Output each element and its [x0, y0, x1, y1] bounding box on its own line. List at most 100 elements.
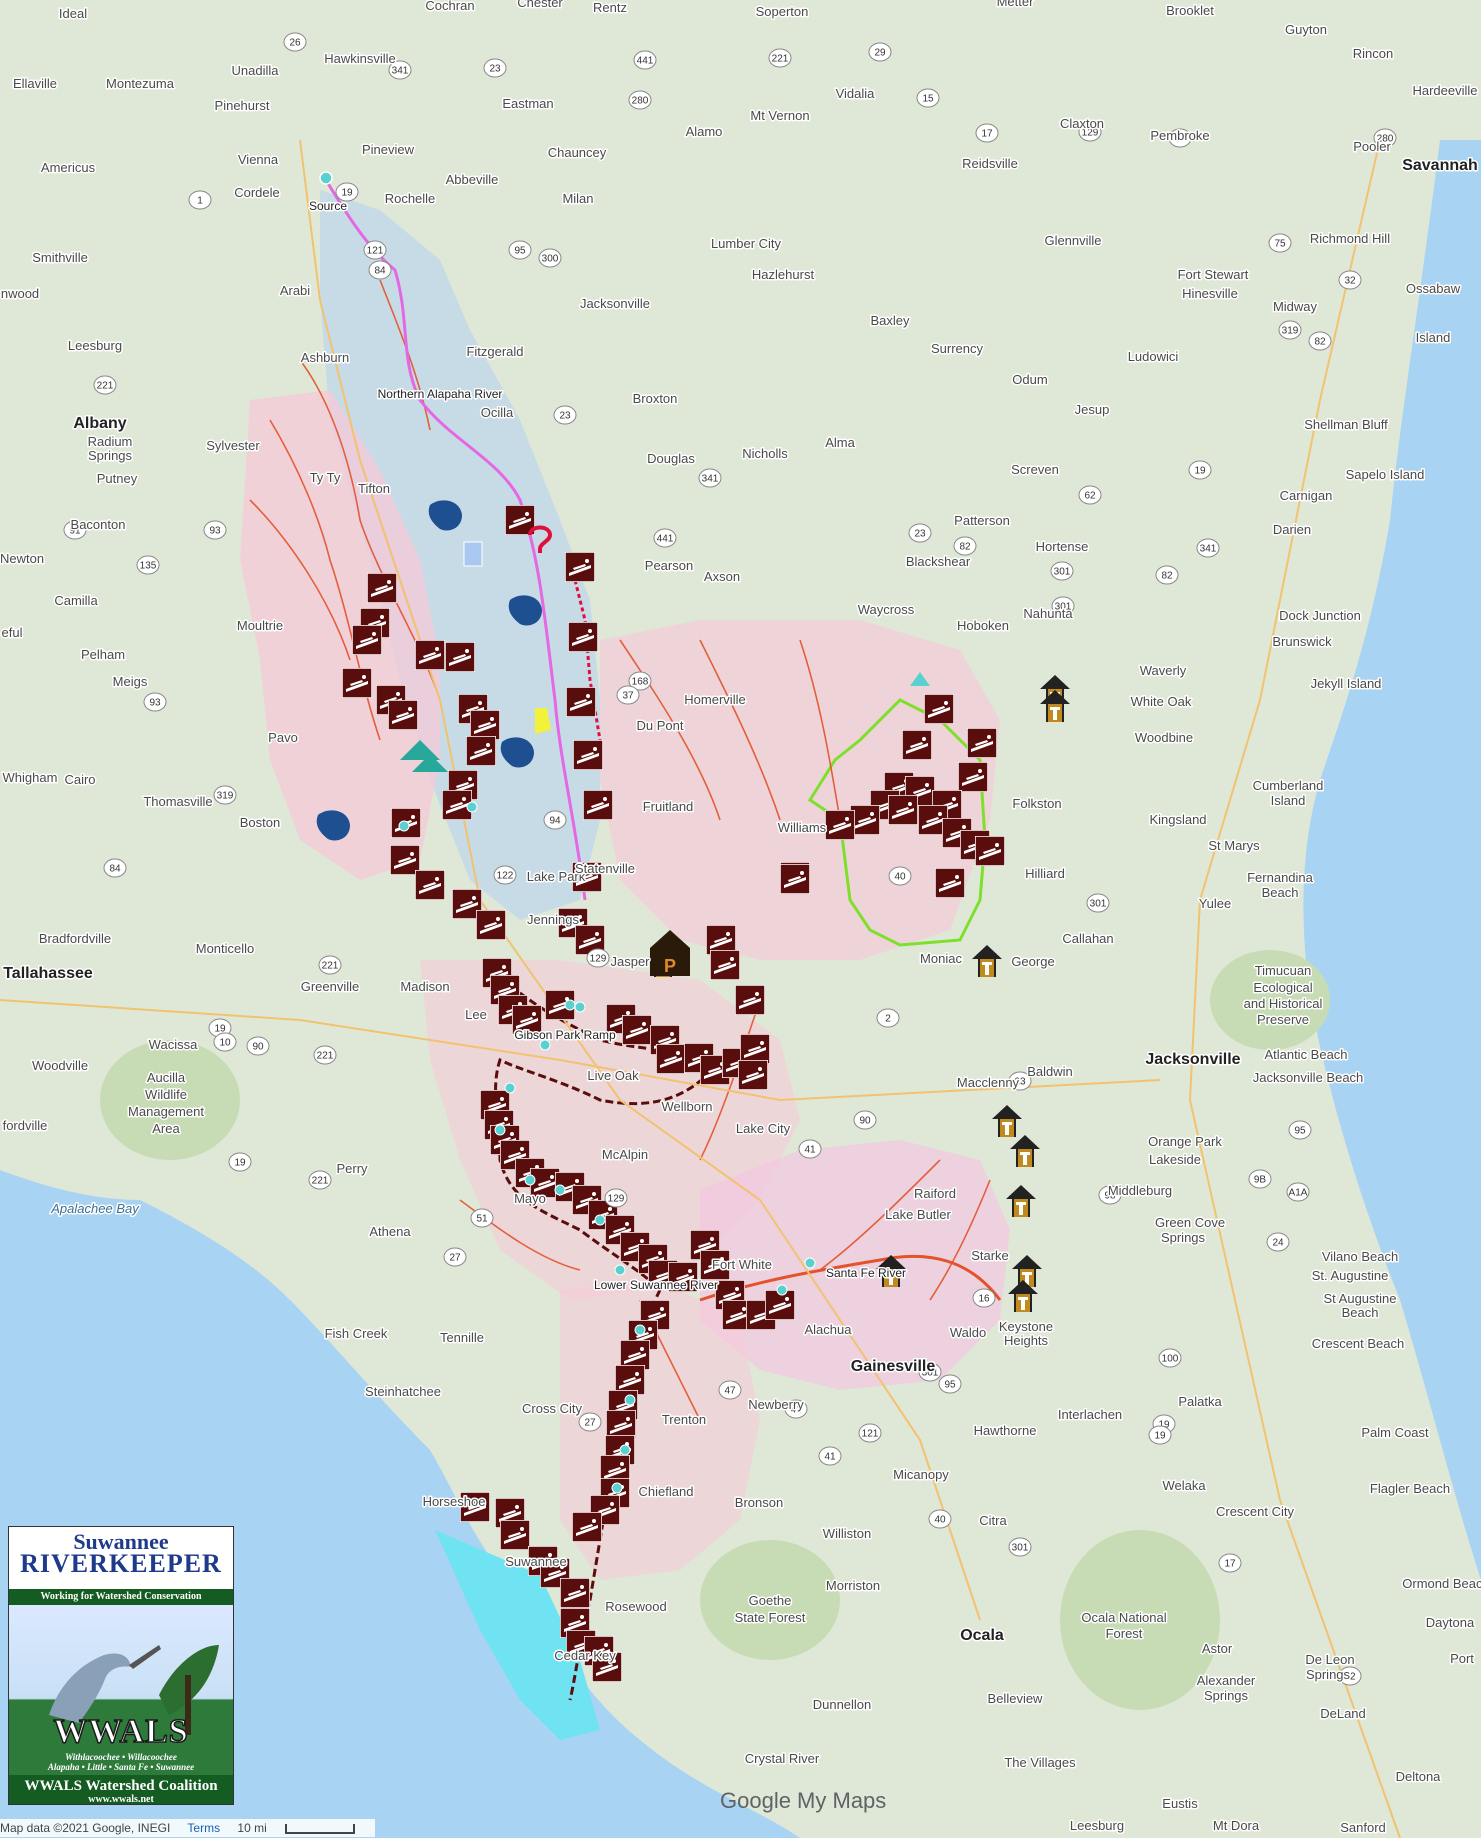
- gauge-icon[interactable]: [463, 541, 483, 567]
- place-label: Axson: [704, 569, 740, 584]
- route-shield-number: 319: [1282, 326, 1299, 337]
- place-label: Waycross: [858, 602, 915, 617]
- route-shield-number: 221: [312, 1176, 329, 1187]
- river-label: Northern Alapaha River: [378, 387, 503, 401]
- place-label: Waldo: [950, 1325, 986, 1340]
- place-label: Hoboken: [957, 618, 1009, 633]
- boat-ramp-icon[interactable]: [902, 730, 932, 760]
- route-shield-number: 95: [514, 246, 526, 257]
- boat-ramp-icon[interactable]: [958, 762, 988, 792]
- boat-ramp-icon[interactable]: [735, 985, 765, 1015]
- route-shield: 95: [1288, 1120, 1312, 1140]
- place-label: Boston: [240, 815, 280, 830]
- place-label: Wildlife: [145, 1087, 187, 1102]
- place-label: Sanford: [1340, 1820, 1386, 1835]
- place-label: Pineview: [362, 142, 415, 157]
- place-label: Mayo: [514, 1191, 546, 1206]
- boat-ramp-icon[interactable]: [367, 573, 397, 603]
- boat-ramp-icon[interactable]: [572, 1512, 602, 1542]
- boat-ramp-icon[interactable]: [622, 1015, 652, 1045]
- place-label: Jekyll Island: [1311, 676, 1382, 691]
- boat-ramp-icon[interactable]: [924, 694, 954, 724]
- place-label: Athena: [369, 1224, 411, 1239]
- route-shield-number: 41: [804, 1145, 816, 1156]
- route-shield-number: 23: [489, 64, 501, 75]
- place-label: Fernandina: [1247, 870, 1314, 885]
- route-shield-number: 19: [1154, 1431, 1166, 1442]
- place-label: Flagler Beach: [1370, 1481, 1450, 1496]
- boat-ramp-icon[interactable]: [476, 910, 506, 940]
- boat-ramp-icon[interactable]: [656, 1044, 686, 1074]
- boat-ramp-icon[interactable]: [573, 740, 603, 770]
- google-my-maps-brand: Google My Maps: [720, 1788, 886, 1814]
- brand-text: Google My Maps: [720, 1788, 887, 1813]
- place-label: Mt Vernon: [750, 108, 809, 123]
- place-label: Unadilla: [232, 63, 280, 78]
- boat-ramp-icon[interactable]: [975, 836, 1005, 866]
- place-label: Madison: [400, 979, 449, 994]
- boat-ramp-icon[interactable]: [935, 868, 965, 898]
- boat-ramp-icon[interactable]: [740, 1034, 770, 1064]
- place-label: Thomasville: [143, 794, 212, 809]
- boat-ramp-icon[interactable]: [738, 1060, 768, 1090]
- route-shield: 319: [1278, 320, 1302, 340]
- route-shield-number: 135: [140, 561, 157, 572]
- place-label: Green Cove: [1155, 1215, 1225, 1230]
- boat-ramp-icon[interactable]: [967, 728, 997, 758]
- place-label: Lumber City: [711, 236, 782, 251]
- boat-ramp-icon[interactable]: [388, 700, 418, 730]
- scale-bar: [284, 1823, 355, 1834]
- boat-ramp-icon[interactable]: [583, 790, 613, 820]
- logo-wwals: WWALS: [53, 1712, 189, 1751]
- boat-ramp-icon[interactable]: [710, 950, 740, 980]
- route-shield-number: 301: [1054, 567, 1071, 578]
- route-shield-number: 41: [824, 1452, 836, 1463]
- route-shield-number: 26: [289, 38, 301, 49]
- boat-ramp-icon[interactable]: [415, 870, 445, 900]
- place-label: Interlachen: [1058, 1407, 1122, 1422]
- route-shield-number: 90: [252, 1042, 264, 1053]
- boat-ramp-icon[interactable]: [565, 552, 595, 582]
- route-shield-number: 9B: [1254, 1175, 1267, 1186]
- boat-ramp-icon[interactable]: [352, 625, 382, 655]
- place-label: Forest: [1106, 1626, 1143, 1641]
- boat-ramp-icon[interactable]: [566, 687, 596, 717]
- boat-ramp-icon[interactable]: [780, 864, 810, 894]
- water-label: Apalachee Bay: [50, 1201, 140, 1216]
- route-shield-number: 122: [497, 871, 514, 882]
- boat-ramp-icon[interactable]: [445, 642, 475, 672]
- boat-ramp-icon[interactable]: [825, 810, 855, 840]
- route-shield: 1: [188, 190, 212, 210]
- place-label: fordville: [3, 1118, 48, 1133]
- logo-scene: WWALS Withlacoochee • Willacoochee Alapa…: [9, 1605, 233, 1775]
- place-label: Atlantic Beach: [1264, 1047, 1347, 1062]
- boat-ramp-icon[interactable]: [466, 736, 496, 766]
- boat-ramp-icon[interactable]: [415, 640, 445, 670]
- route-shield: 19: [228, 1152, 252, 1172]
- route-shield-number: 27: [584, 1418, 596, 1429]
- route-shield: 121: [363, 240, 387, 260]
- boat-ramp-icon[interactable]: [568, 622, 598, 652]
- place-label: Patterson: [954, 513, 1010, 528]
- place-label: Springs: [1204, 1688, 1249, 1703]
- boat-ramp-icon[interactable]: [342, 668, 372, 698]
- riverkeeper-title: Suwannee RIVERKEEPER: [9, 1527, 233, 1577]
- place-label: DeLand: [1320, 1706, 1366, 1721]
- boat-ramp-icon[interactable]: [500, 1520, 530, 1550]
- place-label: Crescent City: [1216, 1504, 1295, 1519]
- logo-url: www.wwals.net: [88, 1794, 154, 1805]
- boat-ramp-icon[interactable]: [888, 795, 918, 825]
- boat-ramp-icon[interactable]: [470, 710, 500, 740]
- route-shield: 84: [368, 260, 392, 280]
- place-label: Metter: [997, 0, 1035, 9]
- place-label: Soperton: [756, 4, 809, 19]
- route-shield-number: 221: [322, 961, 339, 972]
- boat-ramp-icon[interactable]: [560, 1578, 590, 1608]
- place-label: Savannah: [1402, 157, 1478, 174]
- route-shield: 301: [1086, 893, 1110, 913]
- place-label: Odum: [1012, 372, 1047, 387]
- place-label: Douglas: [647, 451, 695, 466]
- source-marker[interactable]: [319, 171, 333, 185]
- terms-link[interactable]: Terms: [187, 1821, 220, 1835]
- place-label: Glennville: [1044, 233, 1101, 248]
